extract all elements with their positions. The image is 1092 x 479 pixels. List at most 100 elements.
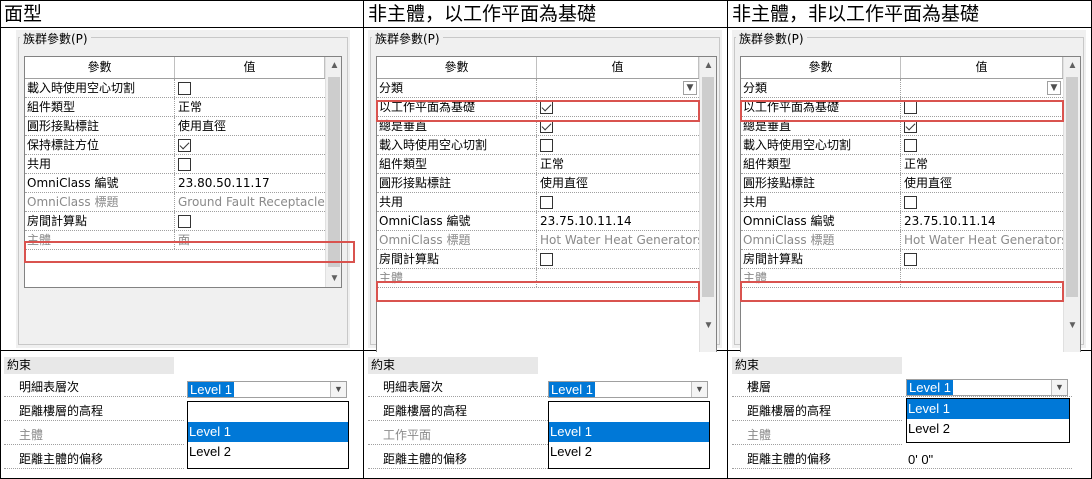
param-value[interactable]: 23.75.10.11.14 [901, 212, 1063, 230]
level-dropdown-list[interactable]: Level 1 Level 2 [187, 401, 349, 469]
dropdown-option[interactable]: Level 1 [549, 422, 709, 442]
highlight-host-row [740, 281, 1064, 302]
level-dropdown-list[interactable]: Level 1 Level 2 [548, 401, 710, 469]
constraint-row[interactable]: 距離樓層的高程 [732, 402, 902, 421]
header-param[interactable]: 參數 [25, 57, 175, 78]
param-key: 圓形接點標註 [25, 117, 175, 135]
constraint-row[interactable]: 距離主體的偏移 0' 0" [732, 450, 1072, 469]
param-row[interactable]: 載入時使用空心切割 [377, 136, 699, 155]
header-param[interactable]: 參數 [741, 57, 901, 78]
scroll-up-icon[interactable]: ▲ [700, 57, 716, 74]
room-calc-checkbox[interactable] [904, 253, 917, 266]
param-row[interactable]: 房間計算點 [25, 212, 325, 231]
param-key: 共用 [377, 193, 537, 211]
level-dropdown[interactable]: Level 1 ▼ [548, 381, 708, 398]
header-value[interactable]: 值 [537, 57, 699, 78]
param-row[interactable]: OmniClass 編號 23.80.50.11.17 [25, 174, 325, 193]
load-hollow-checkbox[interactable] [904, 139, 917, 152]
dropdown-option[interactable]: Level 1 [188, 422, 348, 442]
constraint-key: 距離樓層的高程 [19, 404, 104, 418]
chevron-down-icon[interactable]: ▼ [330, 382, 346, 397]
scroll-thumb[interactable] [328, 77, 340, 267]
scroll-down-icon[interactable]: ▼ [326, 270, 341, 287]
param-key: 共用 [25, 155, 175, 173]
load-hollow-checkbox[interactable] [178, 82, 191, 95]
shared-checkbox[interactable] [178, 158, 191, 171]
param-row[interactable]: 組件類型 正常 [25, 98, 325, 117]
load-hollow-checkbox[interactable] [540, 139, 553, 152]
scroll-thumb[interactable] [1066, 77, 1078, 297]
param-key: 組件類型 [741, 155, 901, 173]
param-key: 圓形接點標註 [377, 174, 537, 192]
room-calc-checkbox[interactable] [540, 253, 553, 266]
dropdown-option[interactable]: Level 2 [188, 442, 348, 462]
constraint-row[interactable]: 主體 [4, 426, 184, 445]
constraint-row[interactable]: 距離樓層的高程 [368, 402, 548, 421]
param-row[interactable]: 共用 [741, 193, 1063, 212]
param-row[interactable]: 分類 ▼ [741, 79, 1063, 98]
shared-checkbox[interactable] [540, 196, 553, 209]
header-value[interactable]: 值 [901, 57, 1063, 78]
param-value[interactable]: 使用直徑 [901, 174, 1063, 192]
constraint-row[interactable]: 主體 [732, 426, 902, 445]
dropdown-option[interactable]: Level 2 [907, 419, 1069, 439]
dropdown-value: Level 1 [549, 382, 595, 397]
scroll-down-icon[interactable]: ▼ [700, 317, 716, 334]
param-value[interactable]: 正常 [537, 155, 699, 173]
param-value[interactable]: 使用直徑 [175, 117, 325, 135]
offset-value[interactable]: 0' 0" [908, 450, 933, 469]
param-value[interactable]: 23.80.50.11.17 [175, 174, 325, 192]
category-select-chevron-icon[interactable]: ▼ [1047, 81, 1061, 95]
param-row[interactable]: OmniClass 編號 23.75.10.11.14 [741, 212, 1063, 231]
group-label: 族群參數(P) [736, 30, 807, 47]
family-params-panel: 族群參數(P) 參數 值 分類 ▼ 以工作平面為基礎 總是垂直 載入時使用空心切割… [732, 30, 1086, 366]
chevron-down-icon[interactable]: ▼ [1051, 380, 1067, 395]
param-value[interactable]: 使用直徑 [537, 174, 699, 192]
param-row[interactable]: 組件類型 正常 [377, 155, 699, 174]
group-label: 族群參數(P) [372, 30, 443, 47]
room-calc-checkbox[interactable] [178, 215, 191, 228]
param-row[interactable]: 分類 ▼ [377, 79, 699, 98]
scroll-up-icon[interactable]: ▲ [1064, 57, 1080, 74]
param-row[interactable]: OmniClass 編號 23.75.10.11.14 [377, 212, 699, 231]
constraints-head: 約束 [732, 357, 902, 374]
level-dropdown[interactable]: Level 1 ▼ [187, 381, 347, 398]
param-row[interactable]: 載入時使用空心切割 [741, 136, 1063, 155]
shared-checkbox[interactable] [904, 196, 917, 209]
chevron-down-icon[interactable]: ▼ [691, 382, 707, 397]
level-dropdown-list[interactable]: Level 1 Level 2 [906, 398, 1070, 443]
param-value[interactable]: 正常 [901, 155, 1063, 173]
param-row[interactable]: 圓形接點標註 使用直徑 [377, 174, 699, 193]
vertical-scrollbar[interactable]: ▲ ▼ [699, 57, 716, 365]
scroll-down-icon[interactable]: ▼ [1064, 317, 1080, 334]
param-row[interactable]: 共用 [377, 193, 699, 212]
param-row[interactable]: 圓形接點標註 使用直徑 [741, 174, 1063, 193]
category-select-chevron-icon[interactable]: ▼ [683, 81, 697, 95]
param-row[interactable]: OmniClass 標題 Hot Water Heat Generators [377, 231, 699, 250]
constraint-row[interactable]: 距離樓層的高程 [4, 402, 184, 421]
param-row[interactable]: 房間計算點 [741, 250, 1063, 269]
scroll-up-icon[interactable]: ▲ [326, 57, 341, 74]
keep-orientation-checkbox[interactable] [178, 139, 191, 152]
param-key: 保持標註方位 [25, 136, 175, 154]
level-dropdown[interactable]: Level 1 ▼ [906, 379, 1068, 396]
param-value[interactable]: 正常 [175, 98, 325, 116]
dropdown-option[interactable]: Level 2 [549, 442, 709, 462]
scroll-thumb[interactable] [702, 77, 714, 297]
param-row[interactable]: 共用 [25, 155, 325, 174]
constraint-row[interactable]: 距離主體的偏移 [368, 450, 548, 469]
vertical-scrollbar[interactable]: ▲ ▼ [1063, 57, 1080, 365]
param-row[interactable]: OmniClass 標題 Ground Fault Receptacles [25, 193, 325, 212]
param-row[interactable]: 房間計算點 [377, 250, 699, 269]
header-param[interactable]: 參數 [377, 57, 537, 78]
constraint-row[interactable]: 距離主體的偏移 [4, 450, 184, 469]
param-value[interactable]: 23.75.10.11.14 [537, 212, 699, 230]
param-row[interactable]: 組件類型 正常 [741, 155, 1063, 174]
param-row[interactable]: 圓形接點標註 使用直徑 [25, 117, 325, 136]
constraint-row[interactable]: 工作平面 [368, 426, 548, 445]
param-row[interactable]: OmniClass 標題 Hot Water Heat Generators [741, 231, 1063, 250]
header-value[interactable]: 值 [175, 57, 325, 78]
param-row[interactable]: 載入時使用空心切割 [25, 79, 325, 98]
dropdown-option[interactable]: Level 1 [907, 399, 1069, 419]
param-row[interactable]: 保持標註方位 [25, 136, 325, 155]
